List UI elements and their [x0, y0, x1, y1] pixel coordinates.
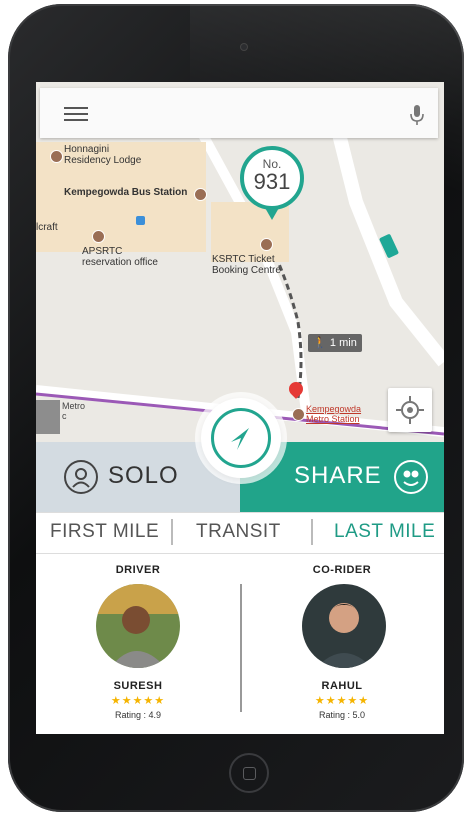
journey-tabs: FIRST MILE TRANSIT LAST MILE — [36, 512, 444, 554]
driver-avatar — [96, 584, 180, 668]
metro-station-label: Kempegowda Metro Station — [306, 404, 362, 424]
corider-name: RAHUL — [321, 680, 363, 692]
driver-rating: Rating : 4.9 — [114, 710, 162, 720]
menu-icon[interactable] — [64, 107, 88, 121]
ksrtc-marker — [260, 238, 273, 251]
tab-last-mile[interactable]: LAST MILE — [334, 521, 435, 543]
tab-separator — [311, 519, 313, 545]
corider-rating-stars: ★★★★★ — [314, 695, 370, 707]
lodge-marker — [50, 150, 63, 163]
solo-label: SOLO — [108, 462, 179, 489]
bus-station-marker — [194, 188, 207, 201]
crosshair-icon — [396, 396, 424, 424]
map-thumbnail — [36, 400, 60, 434]
metro-station-marker — [292, 408, 305, 421]
corider-card[interactable]: CO-RIDER RAHUL ★★★★★ Rating : 5.0 — [240, 554, 444, 734]
tab-separator — [171, 519, 173, 545]
corider-rating: Rating : 5.0 — [318, 710, 366, 720]
walk-icon: 🚶 — [313, 337, 327, 349]
apsrtc-label: APSRTC reservation office — [82, 246, 158, 268]
bus-station-label: Kempegowda Bus Station — [64, 187, 188, 198]
share-label: SHARE — [294, 462, 382, 489]
app-screen: Honnagini Residency Lodge Kempegowda Bus… — [36, 82, 444, 734]
driver-title: DRIVER — [115, 564, 161, 576]
driver-card[interactable]: DRIVER SURESH ★★★★★ Rating : 4.9 — [36, 554, 240, 734]
tab-first-mile[interactable]: FIRST MILE — [50, 521, 159, 543]
navigate-button[interactable] — [201, 398, 281, 478]
driver-rating-stars: ★★★★★ — [110, 695, 166, 707]
driver-name: SURESH — [113, 680, 163, 692]
riders-panel: DRIVER SURESH ★★★★★ Rating : 4.9 CO-RIDE… — [36, 554, 444, 734]
lodge-label: Honnagini Residency Lodge — [64, 144, 142, 166]
corider-title: CO-RIDER — [312, 564, 372, 576]
walk-time: 1 min — [329, 337, 357, 349]
tab-transit[interactable]: TRANSIT — [196, 521, 281, 543]
front-camera — [241, 44, 247, 50]
craft-label: lcraft — [36, 222, 58, 233]
share-people-icon — [394, 460, 428, 494]
apsrtc-marker — [92, 230, 105, 243]
my-location-button[interactable] — [388, 388, 432, 432]
corider-avatar — [302, 584, 386, 668]
bus-number-bubble[interactable]: No. 931 — [240, 146, 304, 210]
navigation-arrow-icon — [231, 428, 249, 450]
bubble-pointer — [264, 206, 280, 220]
transit-icon — [136, 216, 145, 225]
home-button[interactable] — [229, 753, 269, 793]
walk-time-badge: 🚶 1 min — [308, 334, 362, 352]
home-square-icon — [243, 767, 256, 780]
solo-person-icon — [64, 460, 98, 494]
map-view[interactable]: Honnagini Residency Lodge Kempegowda Bus… — [36, 82, 444, 442]
metro-left-label: Metro c — [62, 401, 86, 421]
bus-number: 931 — [253, 169, 291, 194]
ksrtc-label: KSRTC Ticket Booking Centre — [212, 254, 281, 276]
mic-icon[interactable] — [408, 104, 426, 126]
search-bar[interactable] — [40, 88, 438, 138]
